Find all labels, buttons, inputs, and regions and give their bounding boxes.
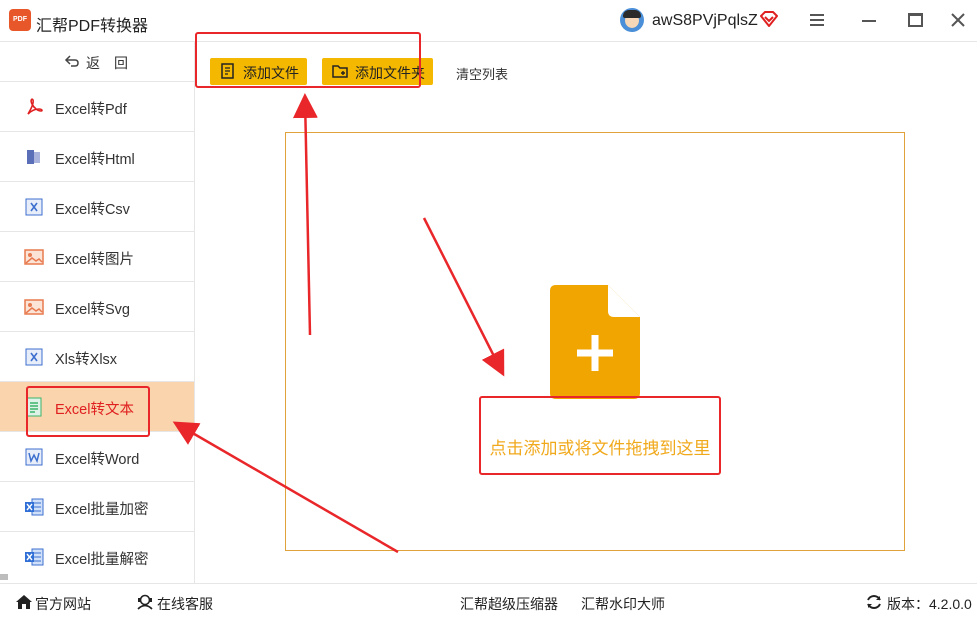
sidebar-item-label: Excel转Csv	[55, 202, 130, 218]
add-folder-button[interactable]: 添加文件夹	[322, 58, 433, 85]
clear-list-button[interactable]: 清空列表	[456, 64, 508, 83]
sidebar-item-label: Excel转文本	[55, 402, 134, 418]
image-icon	[24, 249, 44, 265]
customer-service-icon[interactable]	[136, 594, 154, 610]
drop-zone-text[interactable]: 点击添加或将文件拖拽到这里	[478, 434, 722, 459]
avatar-hair	[623, 10, 641, 18]
sidebar-item-excel-batch-encrypt[interactable]: Excel批量加密	[0, 482, 194, 532]
username[interactable]: awS8PVjPqlsZ	[652, 12, 758, 30]
sidebar-item-label: Excel转Html	[55, 152, 135, 168]
add-folder-label: 添加文件夹	[355, 65, 425, 81]
back-button[interactable]: 返回	[0, 42, 194, 82]
add-file-large-icon[interactable]	[550, 285, 640, 399]
back-label: 返回	[86, 55, 142, 71]
user-avatar[interactable]	[620, 8, 644, 32]
sidebar-item-excel-to-pdf[interactable]: Excel转Pdf	[0, 82, 194, 132]
app-title: 汇帮PDF转换器	[36, 18, 149, 35]
sidebar-item-excel-to-html[interactable]: Excel转Html	[0, 132, 194, 182]
add-folder-icon	[332, 65, 348, 78]
official-website-link[interactable]: 官方网站	[35, 594, 91, 614]
sidebar-item-label: Excel转Pdf	[55, 102, 127, 118]
vip-diamond-icon[interactable]	[760, 11, 778, 27]
version-label: 版本：4.2.0.0	[887, 596, 972, 612]
refresh-icon[interactable]	[865, 594, 883, 610]
minimize-icon[interactable]	[862, 20, 876, 22]
compressor-link[interactable]: 汇帮超级压缩器	[460, 594, 558, 614]
sidebar-item-label: Excel批量加密	[55, 502, 149, 518]
title-bar: PDF 汇帮PDF转换器 awS8PVjPqlsZ	[0, 0, 977, 42]
text-doc-icon	[26, 397, 42, 417]
close-icon[interactable]	[948, 10, 968, 30]
html-icon	[27, 150, 40, 164]
sidebar-item-excel-to-word[interactable]: Excel转Word	[0, 432, 194, 482]
menu-icon[interactable]	[810, 14, 824, 26]
sidebar-item-excel-batch-decrypt[interactable]: Excel批量解密	[0, 532, 194, 582]
sidebar-item-label: Excel转Svg	[55, 302, 130, 318]
watermark-link[interactable]: 汇帮水印大师	[581, 594, 665, 614]
sidebar-item-excel-to-csv[interactable]: Excel转Csv	[0, 182, 194, 232]
csv-icon	[25, 198, 43, 216]
sidebar-item-excel-to-svg[interactable]: Excel转Svg	[0, 282, 194, 332]
sidebar-item-label: Xls转Xlsx	[55, 352, 118, 368]
add-file-icon	[221, 63, 234, 79]
sidebar-scrollbar[interactable]	[0, 574, 8, 580]
add-file-label: 添加文件	[243, 65, 299, 81]
sidebar-item-label: Excel转图片	[55, 252, 134, 268]
online-support-link[interactable]: 在线客服	[157, 594, 213, 614]
sidebar: 返回 Excel转Pdf Excel转Html Excel转Csv Excel转…	[0, 42, 195, 583]
excel-unlock-icon	[25, 548, 44, 566]
sidebar-item-excel-to-text[interactable]: Excel转文本	[0, 382, 194, 432]
sidebar-item-xls-to-xlsx[interactable]: Xls转Xlsx	[0, 332, 194, 382]
svg-image-icon	[24, 299, 44, 315]
sidebar-item-label: Excel转Word	[55, 452, 140, 468]
excel-lock-icon	[25, 498, 44, 516]
maximize-icon[interactable]	[908, 13, 923, 27]
footer-bar: 官方网站 在线客服 汇帮超级压缩器 汇帮水印大师 版本：4.2.0.0	[0, 583, 977, 632]
app-logo-icon: PDF	[9, 9, 31, 31]
sidebar-item-label: Excel批量解密	[55, 552, 149, 568]
pdf-icon	[27, 98, 43, 115]
add-file-button[interactable]: 添加文件	[210, 58, 307, 85]
home-icon[interactable]	[15, 594, 33, 610]
sidebar-item-excel-to-image[interactable]: Excel转图片	[0, 232, 194, 282]
word-icon	[25, 448, 43, 466]
xlsx-icon	[25, 348, 43, 366]
back-arrow-icon	[64, 55, 79, 67]
